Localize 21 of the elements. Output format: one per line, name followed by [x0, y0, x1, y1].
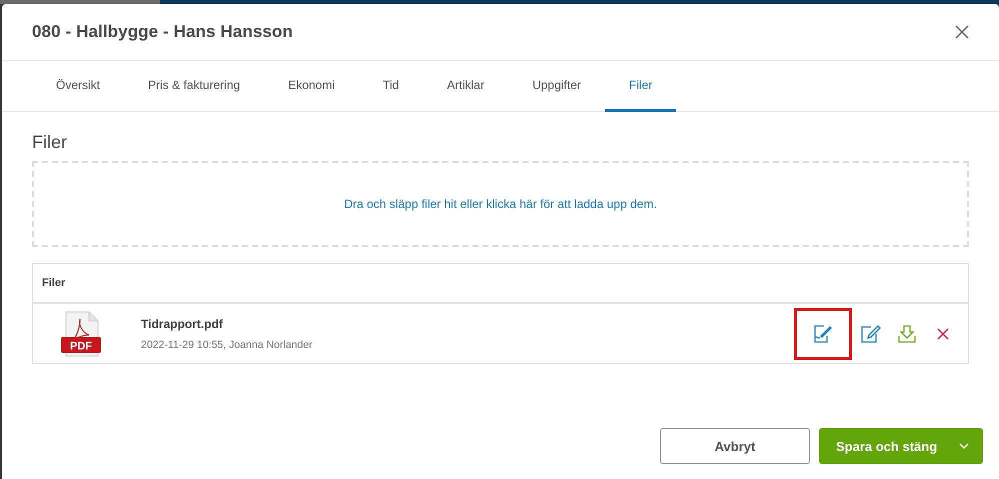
column-header: Filer [42, 277, 66, 289]
upload-dropzone[interactable]: Dra och släpp filer hit eller klicka här för att ladda upp dem. [32, 161, 969, 247]
edit-icon [861, 324, 881, 342]
tab[interactable]: Tid [358, 61, 423, 112]
tab[interactable]: Uppgifter [508, 61, 606, 112]
delete-icon [937, 328, 949, 340]
tab[interactable]: Ekonomi [264, 61, 359, 112]
caret-icon[interactable] [959, 443, 969, 449]
tab[interactable]: Filer [605, 61, 676, 112]
dialog-title: 080 - Hallbygge - Hans Hansson [32, 22, 293, 42]
highlighted-action-button[interactable] [794, 308, 852, 360]
download-icon [898, 324, 916, 342]
section-heading: Filer [32, 132, 68, 153]
tab[interactable]: Artiklar [422, 61, 508, 112]
tab[interactable]: Översikt [32, 61, 124, 112]
document-sign-icon [813, 324, 833, 342]
close-icon[interactable] [955, 25, 969, 39]
file-name[interactable]: Tidrapport.pdf [141, 316, 312, 330]
tab[interactable]: Pris & fakturering [124, 61, 264, 112]
file-meta: 2022-11-29 10:55, Joanna Norlander [141, 338, 312, 350]
cancel-button[interactable]: Avbryt [660, 428, 810, 464]
